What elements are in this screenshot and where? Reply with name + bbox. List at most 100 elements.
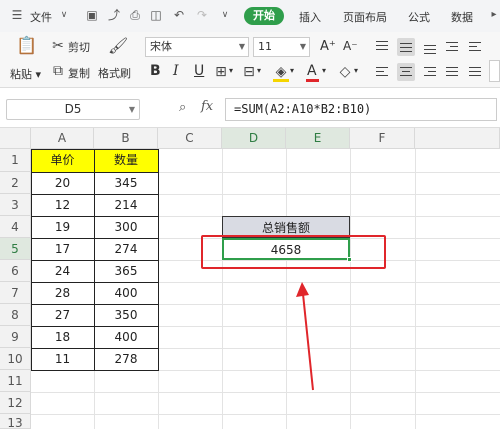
paste-icon[interactable]: 📋: [16, 38, 37, 58]
cell-a[interactable]: 11: [31, 348, 94, 370]
format-painter-button[interactable]: 格式刷: [98, 65, 131, 81]
hamburger-menu-icon[interactable]: ☰: [10, 8, 24, 22]
row-header[interactable]: 9: [0, 326, 31, 348]
export-icon[interactable]: ⤴: [107, 8, 121, 22]
column-header-b[interactable]: B: [94, 128, 158, 149]
row-header-active[interactable]: 5: [0, 238, 31, 260]
column-header-g[interactable]: [415, 128, 500, 149]
cell-a[interactable]: 12: [31, 194, 94, 216]
copy-icon[interactable]: ⧉: [50, 63, 66, 79]
cell-a[interactable]: 19: [31, 216, 94, 238]
row-header[interactable]: 1: [0, 149, 31, 172]
scissors-icon[interactable]: ✂: [50, 38, 66, 54]
bold-button[interactable]: B: [150, 63, 161, 79]
row-header[interactable]: 12: [0, 392, 31, 414]
border-dropdown-icon[interactable]: ▾: [229, 66, 233, 75]
cell-b[interactable]: 400: [94, 282, 158, 304]
row-header[interactable]: 8: [0, 304, 31, 326]
cell-b[interactable]: 274: [94, 238, 158, 260]
grow-font-button[interactable]: A⁺: [320, 39, 336, 54]
print-icon[interactable]: ⎙: [128, 8, 142, 22]
fx-icon[interactable]: fx: [201, 99, 213, 114]
cell-b[interactable]: 214: [94, 194, 158, 216]
cell-b1-header[interactable]: 数量: [94, 149, 158, 172]
indent-increase-button[interactable]: [443, 38, 461, 56]
font-color-dropdown-icon[interactable]: ▾: [322, 66, 326, 75]
cell-b[interactable]: 365: [94, 260, 158, 282]
row-header[interactable]: 2: [0, 172, 31, 194]
cell-a1-header[interactable]: 单价: [31, 149, 94, 172]
font-size-select[interactable]: 11 ▼: [253, 37, 310, 57]
justify-button[interactable]: [443, 63, 461, 81]
tab-start[interactable]: 开始: [244, 7, 284, 25]
more-icon[interactable]: ∨: [218, 8, 232, 22]
eraser-icon[interactable]: ◇: [337, 64, 353, 80]
chevron-down-icon[interactable]: ∨: [57, 8, 71, 22]
row-header[interactable]: 6: [0, 260, 31, 282]
shrink-font-button[interactable]: A⁻: [343, 39, 358, 53]
indent-decrease-button[interactable]: [466, 38, 484, 56]
paste-button[interactable]: 粘贴 ▾: [10, 66, 41, 82]
copy-button[interactable]: 复制: [68, 65, 90, 81]
menu-file[interactable]: 文件: [30, 9, 52, 25]
name-box[interactable]: D5 ▼: [6, 99, 140, 120]
tab-insert[interactable]: 插入: [299, 9, 321, 25]
print-preview-icon[interactable]: ◫: [149, 8, 163, 22]
fill-color-dropdown-icon[interactable]: ▾: [290, 66, 294, 75]
cell-b[interactable]: 345: [94, 172, 158, 194]
cell-b[interactable]: 278: [94, 348, 158, 370]
save-icon[interactable]: ▣: [85, 8, 99, 22]
row-header[interactable]: 13: [0, 414, 31, 430]
italic-button[interactable]: I: [173, 63, 179, 79]
align-top-button[interactable]: [373, 38, 391, 56]
cell-b[interactable]: 300: [94, 216, 158, 238]
row-header[interactable]: 7: [0, 282, 31, 304]
redo-icon[interactable]: ↷: [195, 8, 209, 22]
overflow-arrow-icon[interactable]: ▸: [487, 8, 500, 22]
font-color-button[interactable]: A: [307, 63, 317, 79]
cell-a[interactable]: 20: [31, 172, 94, 194]
column-header-e[interactable]: E: [286, 128, 350, 149]
tab-data[interactable]: 数据: [451, 9, 473, 25]
align-middle-button[interactable]: [397, 38, 415, 56]
row-header[interactable]: 3: [0, 194, 31, 216]
brush-icon[interactable]: 🖌: [108, 38, 128, 58]
border-icon[interactable]: ⊞: [213, 64, 229, 80]
cell-a[interactable]: 17: [31, 238, 94, 260]
merge-icon[interactable]: ⊟: [241, 64, 257, 80]
formula-input[interactable]: =SUM(A2:A10*B2:B10): [225, 98, 497, 121]
column-header-d[interactable]: D: [222, 128, 286, 149]
cell-b[interactable]: 350: [94, 304, 158, 326]
table-border: [94, 149, 95, 371]
distribute-button[interactable]: [466, 63, 484, 81]
cell-a[interactable]: 28: [31, 282, 94, 304]
fill-color-icon[interactable]: ◈: [273, 64, 289, 80]
tab-page-layout[interactable]: 页面布局: [343, 9, 387, 25]
align-center-button[interactable]: [397, 63, 415, 81]
align-right-button[interactable]: [421, 63, 439, 81]
cell-a[interactable]: 24: [31, 260, 94, 282]
row-header[interactable]: 4: [0, 216, 31, 238]
wrap-text-button[interactable]: [489, 60, 500, 82]
select-all-corner[interactable]: [0, 128, 31, 149]
align-bottom-button[interactable]: [421, 38, 439, 56]
merge-dropdown-icon[interactable]: ▾: [257, 66, 261, 75]
align-left-button[interactable]: [373, 63, 391, 81]
cell-a[interactable]: 18: [31, 326, 94, 348]
tab-formulas[interactable]: 公式: [408, 9, 430, 25]
column-header-a[interactable]: A: [31, 128, 94, 149]
name-box-dropdown-icon[interactable]: ▼: [129, 100, 135, 119]
font-name-select[interactable]: 宋体 ▼: [145, 37, 249, 57]
row-header[interactable]: 10: [0, 348, 31, 370]
zoom-search-icon[interactable]: ⌕: [179, 100, 186, 115]
undo-icon[interactable]: ↶: [172, 8, 186, 22]
cut-button[interactable]: 剪切: [68, 39, 90, 55]
underline-button[interactable]: U: [194, 63, 204, 79]
column-header-c[interactable]: C: [158, 128, 222, 149]
clear-dropdown-icon[interactable]: ▾: [354, 66, 358, 75]
column-header-f[interactable]: F: [350, 128, 415, 149]
fill-color-swatch: [273, 79, 289, 82]
row-header[interactable]: 11: [0, 370, 31, 392]
cell-a[interactable]: 27: [31, 304, 94, 326]
cell-b[interactable]: 400: [94, 326, 158, 348]
